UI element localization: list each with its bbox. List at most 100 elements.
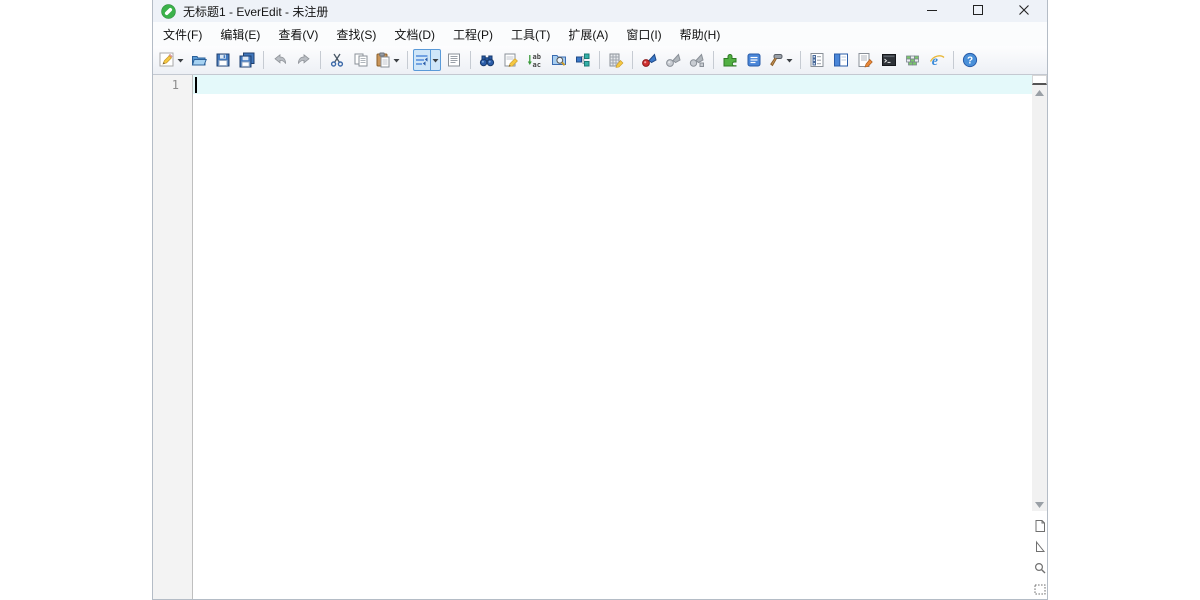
new-page-icon: [1033, 519, 1047, 533]
menu-item-help[interactable]: 帮助(H): [671, 23, 730, 46]
close-icon: [1019, 2, 1029, 20]
find-button[interactable]: [476, 49, 498, 71]
dropdown-arrow-icon[interactable]: [175, 50, 185, 70]
new-file-pencil-icon: [159, 52, 175, 68]
window-title: 无标题1 - EverEdit - 未注册: [183, 4, 329, 19]
toolbar-separator: [713, 51, 714, 69]
undo-arrow-icon: [272, 52, 288, 68]
text-editing-surface[interactable]: [193, 75, 1032, 599]
dropdown-arrow-icon[interactable]: [784, 50, 794, 70]
replace-button[interactable]: ab ac: [524, 49, 546, 71]
replace-ab-ac-icon: ab ac: [527, 52, 543, 68]
window-controls: [909, 0, 1047, 22]
redo-button[interactable]: [293, 49, 315, 71]
blue-list-icon: [746, 52, 762, 68]
save-button[interactable]: [212, 49, 234, 71]
toolbar: ab ac e?: [153, 46, 1047, 75]
menu-item-tools[interactable]: 工具(T): [502, 23, 559, 46]
snippet-list-button[interactable]: [743, 49, 765, 71]
minimize-icon: [927, 2, 937, 20]
color-grid-button[interactable]: [902, 49, 924, 71]
run-macro-multi-button[interactable]: [686, 49, 708, 71]
open-file-button[interactable]: [188, 49, 210, 71]
toolbar-separator: [470, 51, 471, 69]
menu-item-view[interactable]: 查看(V): [269, 23, 327, 46]
magnifier-icon: [1033, 561, 1047, 575]
dropdown-arrow-icon[interactable]: [430, 49, 440, 71]
new-file-button[interactable]: [158, 49, 186, 71]
scroll-down-button[interactable]: [1032, 497, 1047, 511]
rail-pointer-button[interactable]: [1033, 540, 1047, 554]
browser-preview-button[interactable]: e: [926, 49, 948, 71]
plugin-manager-button[interactable]: [719, 49, 741, 71]
play-macro-button[interactable]: [662, 49, 684, 71]
folder-magnifier-icon: [551, 52, 567, 68]
play-macro-icon: [665, 52, 681, 68]
help-button[interactable]: ?: [959, 49, 981, 71]
menu-bar: 文件(F) 编辑(E) 查看(V) 查找(S) 文档(D) 工程(P) 工具(T) 扩展(A)…: [153, 22, 1047, 46]
binoculars-icon: [479, 52, 495, 68]
edit-markup-button[interactable]: [854, 49, 876, 71]
console-window-icon: [881, 52, 897, 68]
cut-button[interactable]: [326, 49, 348, 71]
line-number-gutter: 1: [153, 75, 193, 599]
selection-marquee-icon: [1033, 582, 1047, 596]
grid-pencil-icon: [608, 52, 624, 68]
save-all-button[interactable]: [236, 49, 258, 71]
document-pencil-icon: [857, 52, 873, 68]
current-line-highlight: [193, 75, 1032, 94]
rail-page-button[interactable]: [1033, 519, 1047, 533]
word-wrap-icon: [414, 52, 430, 68]
toolbar-separator: [263, 51, 264, 69]
outline-button[interactable]: [806, 49, 828, 71]
external-tools-button[interactable]: [767, 49, 795, 71]
sidebar-toggle-button[interactable]: [830, 49, 852, 71]
save-all-icon: [239, 52, 255, 68]
rail-tool-buttons: [1032, 511, 1047, 599]
terminal-button[interactable]: [878, 49, 900, 71]
menu-item-window[interactable]: 窗口(I): [617, 23, 670, 46]
help-question-icon: ?: [962, 52, 978, 68]
menu-item-document[interactable]: 文档(D): [385, 23, 444, 46]
close-button[interactable]: [1001, 0, 1047, 22]
rail-zoom-button[interactable]: [1033, 561, 1047, 575]
record-macro-button[interactable]: [638, 49, 660, 71]
svg-text:ac: ac: [533, 61, 541, 68]
linked-blocks-icon: [575, 52, 591, 68]
paste-button[interactable]: [374, 49, 402, 71]
toolbar-separator: [953, 51, 954, 69]
compare-button[interactable]: [572, 49, 594, 71]
maximize-icon: [973, 2, 983, 20]
dropdown-arrow-icon[interactable]: [391, 50, 401, 70]
hammer-icon: [768, 52, 784, 68]
toolbar-separator: [320, 51, 321, 69]
menu-item-file[interactable]: 文件(F): [154, 23, 211, 46]
hex-edit-button[interactable]: [605, 49, 627, 71]
copy-button[interactable]: [350, 49, 372, 71]
cursor-triangle-icon: [1033, 540, 1047, 554]
editor-area: 1: [153, 75, 1047, 599]
vertical-scrollbar-track[interactable]: [1032, 99, 1047, 497]
quick-replace-button[interactable]: [500, 49, 522, 71]
svg-text:?: ?: [967, 56, 973, 67]
title-bar[interactable]: 无标题1 - EverEdit - 未注册: [153, 0, 1047, 22]
toolbar-separator: [632, 51, 633, 69]
svg-text:ab: ab: [533, 53, 541, 61]
toolbar-separator: [407, 51, 408, 69]
maximize-button[interactable]: [955, 0, 1001, 22]
show-symbols-button[interactable]: [443, 49, 465, 71]
page-pencil-icon: [503, 52, 519, 68]
minimize-button[interactable]: [909, 0, 955, 22]
green-puzzle-icon: [722, 52, 738, 68]
scroll-up-button[interactable]: [1032, 85, 1047, 99]
undo-button[interactable]: [269, 49, 291, 71]
everedit-logo-icon: [161, 3, 176, 19]
redo-arrow-icon: [296, 52, 312, 68]
rail-select-button[interactable]: [1033, 582, 1047, 596]
menu-item-project[interactable]: 工程(P): [444, 23, 502, 46]
find-in-files-button[interactable]: [548, 49, 570, 71]
word-wrap-button[interactable]: [413, 49, 441, 71]
menu-item-edit[interactable]: 编辑(E): [211, 23, 269, 46]
menu-item-search[interactable]: 查找(S): [327, 23, 385, 46]
menu-item-extensions[interactable]: 扩展(A): [559, 23, 617, 46]
